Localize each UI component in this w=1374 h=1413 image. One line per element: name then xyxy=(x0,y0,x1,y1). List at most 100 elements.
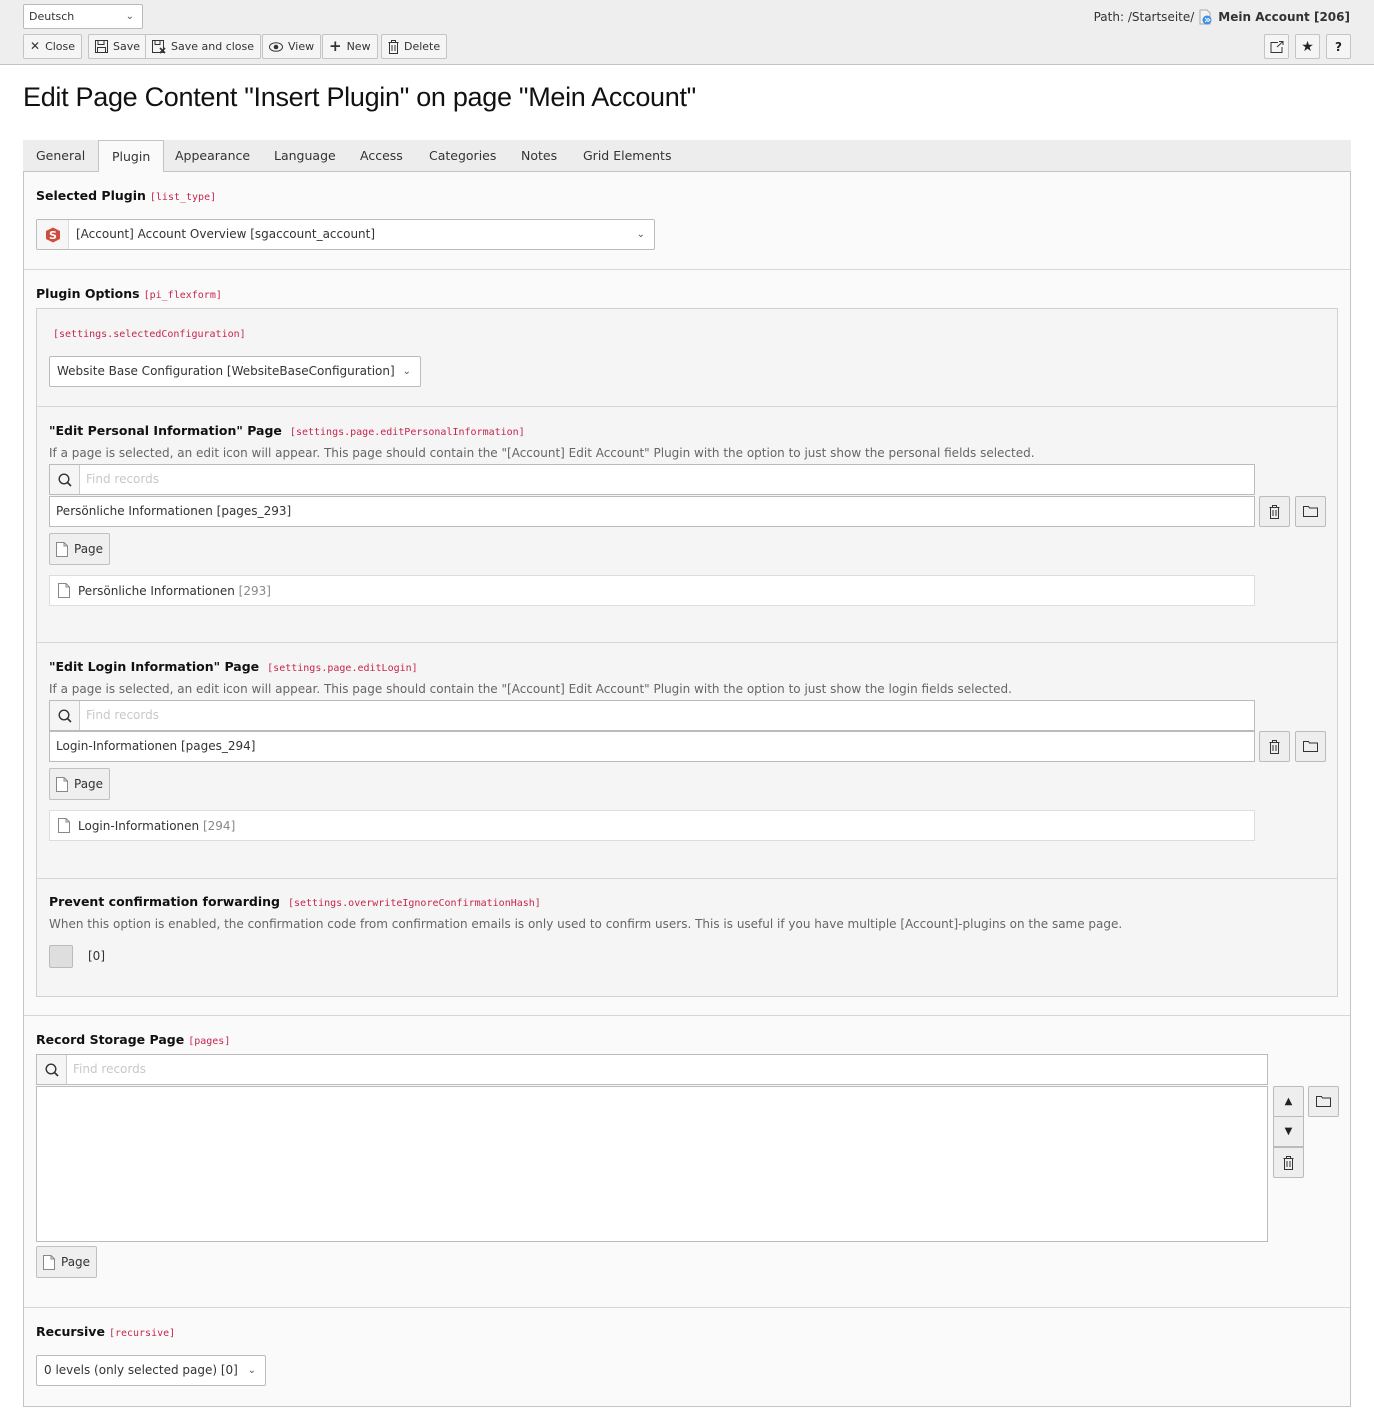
record-item[interactable]: Login-Informationen [294] xyxy=(49,810,1255,841)
record-uid: [293] xyxy=(238,583,271,598)
search-placeholder: Find records xyxy=(86,708,159,722)
breadcrumb: Path: /Startseite/ Mein Account [206] xyxy=(1094,9,1350,25)
language-select[interactable]: Deutsch ⌄ xyxy=(23,4,143,29)
page-button-label: Page xyxy=(61,1255,91,1269)
save-close-icon xyxy=(152,39,166,54)
page-icon xyxy=(56,541,68,557)
edit-login-value[interactable]: Login-Informationen [pages_294] xyxy=(49,731,1255,762)
star-icon: ★ xyxy=(1301,38,1314,55)
doc-header: Deutsch ⌄ ✕ Close Save Save and close Vi… xyxy=(0,0,1374,65)
chevron-down-icon: ⌄ xyxy=(125,11,134,22)
configuration-value: Website Base Configuration [WebsiteBaseC… xyxy=(57,364,395,378)
chevron-down-icon: ⌄ xyxy=(247,1365,256,1376)
page-icon xyxy=(56,776,68,792)
tab-grid-elements[interactable]: Grid Elements xyxy=(570,140,684,172)
tab-appearance[interactable]: Appearance xyxy=(162,140,263,172)
field-name: [pages] xyxy=(188,1036,231,1047)
close-button[interactable]: ✕ Close xyxy=(23,34,83,59)
delete-button[interactable]: Delete xyxy=(381,34,448,59)
move-up-button[interactable]: ▲ xyxy=(1273,1086,1304,1117)
search-placeholder: Find records xyxy=(86,472,159,486)
tab-label: General xyxy=(36,148,86,163)
plugin-tab-panel: Selected Plugin [list_type] S [Account] A… xyxy=(23,172,1351,1407)
recursive-select[interactable]: 0 levels (only selected page) [0] ⌄ xyxy=(36,1355,266,1386)
chevron-down-icon: ⌄ xyxy=(402,366,411,377)
field-name: [settings.selectedConfiguration] xyxy=(53,329,246,340)
tab-access[interactable]: Access xyxy=(347,140,416,172)
field-label: "Edit Login Information" Page xyxy=(49,659,260,674)
move-down-button[interactable]: ▼ xyxy=(1273,1116,1304,1147)
divider xyxy=(37,878,1337,879)
tab-label: Categories xyxy=(429,148,497,163)
search-icon xyxy=(50,465,80,494)
field-label: Recursive xyxy=(36,1324,105,1339)
page-title: Edit Page Content "Insert Plugin" on pag… xyxy=(23,82,696,112)
bookmark-button[interactable]: ★ xyxy=(1295,34,1320,59)
help-button[interactable]: ? xyxy=(1326,34,1351,59)
configuration-select[interactable]: Website Base Configuration [WebsiteBaseC… xyxy=(49,356,421,387)
record-storage-list[interactable] xyxy=(36,1086,1268,1242)
path-label: Path: /Startseite/ xyxy=(1093,10,1195,24)
folder-icon xyxy=(1316,1096,1331,1107)
remove-record-button[interactable] xyxy=(1273,1147,1304,1178)
record-item[interactable]: Persönliche Informationen [293] xyxy=(49,575,1255,606)
save-button-label: Save xyxy=(113,40,141,53)
selected-plugin-value: [Account] Account Overview [sgaccount_ac… xyxy=(76,227,376,241)
search-icon xyxy=(37,1055,67,1084)
browse-records-button[interactable] xyxy=(1295,731,1326,762)
checkbox-value-label: [0] xyxy=(88,949,105,963)
divider xyxy=(24,1015,1350,1016)
tab-general[interactable]: General xyxy=(23,140,98,172)
view-button[interactable]: View xyxy=(262,34,322,59)
plus-icon: + xyxy=(329,37,342,55)
field-name: [pi_flexform] xyxy=(143,290,222,301)
edit-personal-search[interactable]: Find records xyxy=(49,464,1255,495)
edit-personal-value[interactable]: Persönliche Informationen [pages_293] xyxy=(49,496,1255,527)
remove-record-button[interactable] xyxy=(1259,496,1290,527)
divider xyxy=(37,642,1337,643)
selected-record: Persönliche Informationen [pages_293] xyxy=(56,504,292,518)
record-storage-search[interactable]: Find records xyxy=(36,1054,1268,1085)
tab-notes[interactable]: Notes xyxy=(508,140,570,172)
tab-plugin[interactable]: Plugin xyxy=(98,140,165,173)
path-current-page[interactable]: Mein Account [206] xyxy=(1218,10,1350,24)
add-page-button[interactable]: Page xyxy=(49,768,111,800)
trash-icon xyxy=(1269,504,1280,519)
new-button[interactable]: + New xyxy=(322,34,378,59)
browse-records-button[interactable] xyxy=(1308,1086,1339,1117)
close-button-label: Close xyxy=(45,40,76,53)
prevent-forwarding-checkbox[interactable] xyxy=(49,945,73,968)
trash-icon xyxy=(1283,1155,1294,1170)
save-button[interactable]: Save xyxy=(88,34,148,59)
open-new-window-button[interactable] xyxy=(1264,34,1289,59)
divider xyxy=(37,406,1337,407)
tab-label: Notes xyxy=(521,148,558,163)
configuration-label: [settings.selectedConfiguration] xyxy=(53,326,246,340)
flexform-container: [settings.selectedConfiguration] Website… xyxy=(36,308,1338,997)
open-new-window-icon xyxy=(1270,40,1283,53)
plugin-options-label: Plugin Options [pi_flexform] xyxy=(36,286,222,301)
help-icon: ? xyxy=(1335,39,1342,54)
selected-plugin-label: Selected Plugin [list_type] xyxy=(36,188,216,203)
save-and-close-button[interactable]: Save and close xyxy=(145,34,262,59)
remove-record-button[interactable] xyxy=(1259,731,1290,762)
add-page-button[interactable]: Page xyxy=(36,1246,98,1278)
tab-label: Grid Elements xyxy=(583,148,672,163)
tab-language[interactable]: Language xyxy=(261,140,349,172)
tab-categories[interactable]: Categories xyxy=(416,140,509,172)
view-button-label: View xyxy=(288,40,315,53)
recursive-label: Recursive [recursive] xyxy=(36,1324,175,1339)
edit-login-search[interactable]: Find records xyxy=(49,700,1255,731)
record-uid: [294] xyxy=(202,818,236,833)
save-and-close-label: Save and close xyxy=(171,40,255,53)
selected-plugin-select[interactable]: S [Account] Account Overview [sgaccount_… xyxy=(36,219,655,250)
browse-records-button[interactable] xyxy=(1295,496,1326,527)
trash-icon xyxy=(1269,739,1280,754)
field-label: Selected Plugin xyxy=(36,188,146,203)
recursive-value: 0 levels (only selected page) [0] xyxy=(44,1363,238,1377)
divider xyxy=(24,269,1350,270)
page-button-label: Page xyxy=(74,542,104,556)
add-page-button[interactable]: Page xyxy=(49,533,111,565)
tab-label: Plugin xyxy=(112,149,151,164)
record-title: Login-Informationen xyxy=(78,818,200,833)
